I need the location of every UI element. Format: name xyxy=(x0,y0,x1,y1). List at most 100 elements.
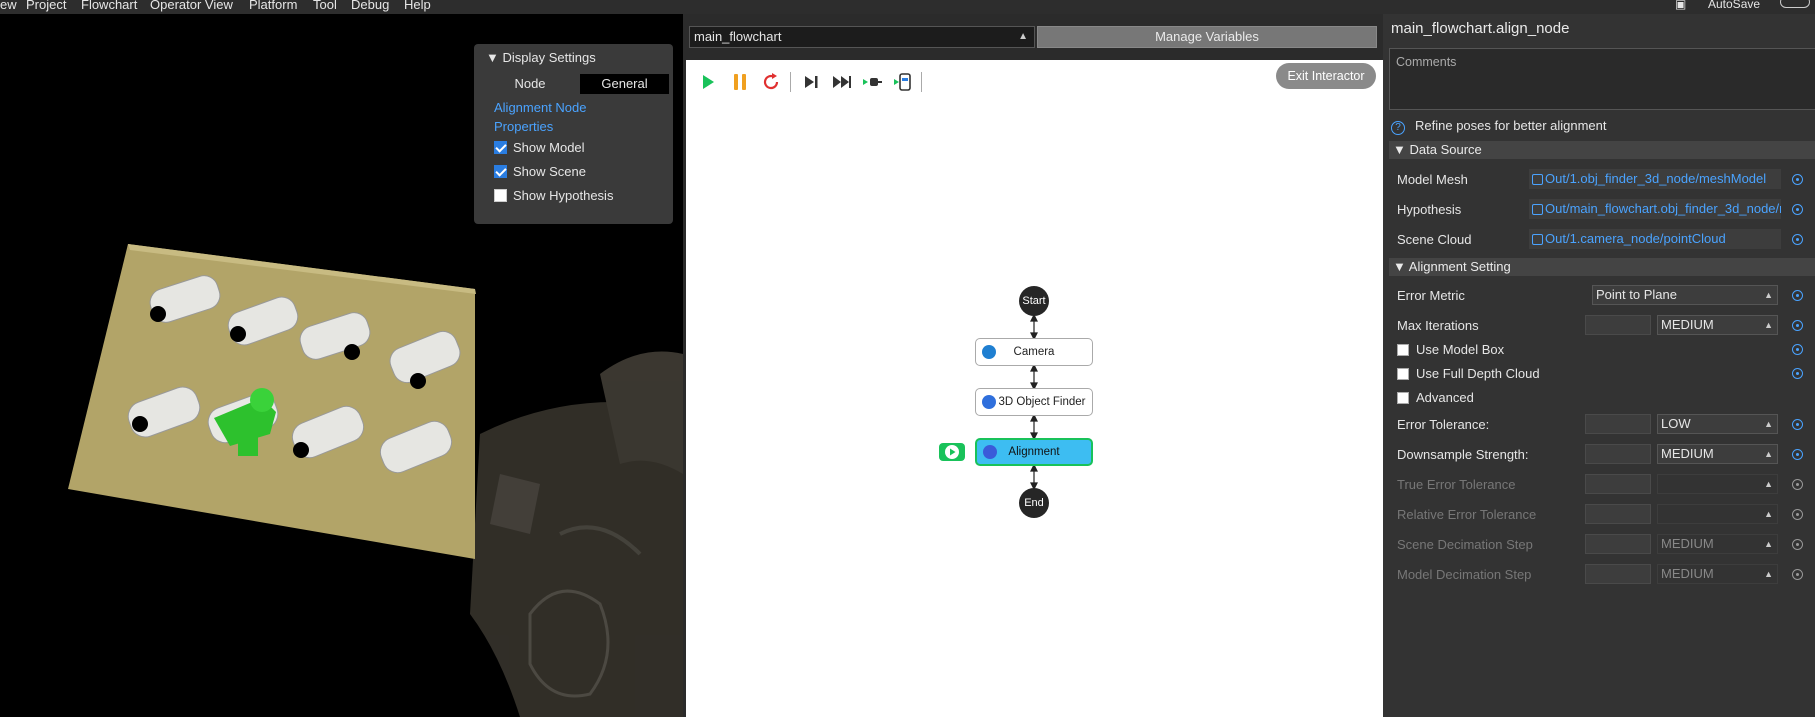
3d-viewport[interactable]: ▼ Display Settings Node General Alignmen… xyxy=(0,14,683,717)
flowchart-canvas[interactable]: Exit Interactor Start Camera 3D Object F… xyxy=(686,60,1383,717)
max-iterations-select[interactable]: MEDIUM ▲ xyxy=(1657,315,1778,335)
tab-general[interactable]: General xyxy=(580,74,669,94)
data-source-section-header[interactable]: ▼ Data Source xyxy=(1389,141,1815,159)
menu-debug[interactable]: Debug xyxy=(351,0,389,12)
camera-icon xyxy=(982,345,996,359)
pin-icon[interactable] xyxy=(1792,419,1803,430)
error-tolerance-label: Error Tolerance: xyxy=(1397,417,1490,432)
comments-field[interactable]: Comments xyxy=(1389,48,1815,110)
true-error-tolerance-select: ▲ xyxy=(1657,474,1778,494)
pin-icon xyxy=(1792,479,1803,490)
relative-error-tolerance-select: ▲ xyxy=(1657,504,1778,524)
flowchart-panel: main_flowchart ▲ Manage Variables Exit I… xyxy=(683,14,1383,717)
object-finder-node[interactable]: 3D Object Finder xyxy=(975,388,1093,416)
pin-icon[interactable] xyxy=(1792,234,1803,245)
scene-decimation-step-label: Scene Decimation Step xyxy=(1397,537,1533,552)
model-mesh-label: Model Mesh xyxy=(1397,172,1468,187)
display-settings-title[interactable]: ▼ Display Settings xyxy=(486,50,596,65)
pin-icon[interactable] xyxy=(1792,344,1803,355)
pin-icon[interactable] xyxy=(1792,204,1803,215)
menu-operator-view[interactable]: Operator View xyxy=(150,0,233,12)
start-node[interactable]: Start xyxy=(1019,286,1049,316)
pin-icon[interactable] xyxy=(1792,290,1803,301)
spin-arrows-icon: ▲ xyxy=(1764,290,1773,300)
spin-arrows-icon: ▲ xyxy=(1764,449,1773,459)
menu-bar: ew Project Flowchart Operator View Platf… xyxy=(0,0,1815,14)
menu-help[interactable]: Help xyxy=(404,0,431,12)
scene-cloud-link[interactable]: Out/1.camera_node/pointCloud xyxy=(1529,229,1781,249)
spin-arrows-icon: ▲ xyxy=(1764,479,1773,489)
menu-view[interactable]: ew xyxy=(0,0,17,12)
alignment-setting-section-header[interactable]: ▼ Alignment Setting xyxy=(1389,258,1815,276)
tab-node[interactable]: Node xyxy=(480,74,580,94)
use-model-box-checkbox[interactable]: Use Model Box xyxy=(1397,342,1504,357)
menu-tool[interactable]: Tool xyxy=(313,0,337,12)
max-iterations-label: Max Iterations xyxy=(1397,318,1479,333)
node-description: ? Refine poses for better alignment xyxy=(1391,118,1607,135)
checkbox-checked-icon[interactable] xyxy=(494,165,507,178)
pin-icon[interactable] xyxy=(1792,320,1803,331)
node-title: main_flowchart.align_node xyxy=(1391,20,1570,37)
advanced-checkbox[interactable]: Advanced xyxy=(1397,390,1474,405)
menu-project[interactable]: Project xyxy=(26,0,66,12)
model-decimation-step-label: Model Decimation Step xyxy=(1397,567,1532,582)
model-mesh-link[interactable]: Out/1.obj_finder_3d_node/meshModel xyxy=(1529,169,1781,189)
end-node[interactable]: End xyxy=(1019,488,1049,518)
pin-icon xyxy=(1792,509,1803,520)
max-iterations-input[interactable] xyxy=(1585,315,1651,335)
autosave-toggle[interactable] xyxy=(1780,0,1810,8)
model-decimation-step-input xyxy=(1585,564,1651,584)
spin-arrows-icon: ▲ xyxy=(1764,539,1773,549)
checkbox-unchecked-icon[interactable] xyxy=(1397,392,1409,404)
hypothesis-label: Hypothesis xyxy=(1397,202,1462,217)
display-tabs: Node General xyxy=(480,74,669,94)
scene-decimation-step-input xyxy=(1585,534,1651,554)
pin-icon[interactable] xyxy=(1792,368,1803,379)
alignment-node-properties-link[interactable]: Alignment Node Properties xyxy=(494,98,644,136)
downsample-strength-select[interactable]: MEDIUM ▲ xyxy=(1657,444,1778,464)
pin-icon[interactable] xyxy=(1792,449,1803,460)
checkbox-unchecked-icon[interactable] xyxy=(1397,368,1409,380)
manage-variables-button[interactable]: Manage Variables xyxy=(1037,26,1377,48)
error-metric-label: Error Metric xyxy=(1397,288,1465,303)
save-icon[interactable]: ▣ xyxy=(1675,0,1686,11)
properties-panel: main_flowchart.align_node Comments ? Refi… xyxy=(1383,14,1815,717)
camera-node[interactable]: Camera xyxy=(975,338,1093,366)
scene-decimation-step-select: MEDIUM ▲ xyxy=(1657,534,1778,554)
checkbox-unchecked-icon[interactable] xyxy=(494,189,507,202)
model-decimation-step-select: MEDIUM ▲ xyxy=(1657,564,1778,584)
show-hypothesis-checkbox[interactable]: Show Hypothesis xyxy=(494,188,613,203)
current-node-run-indicator xyxy=(939,443,965,461)
true-error-tolerance-input xyxy=(1585,474,1651,494)
show-scene-checkbox[interactable]: Show Scene xyxy=(494,164,586,179)
error-metric-select[interactable]: Point to Plane ▲ xyxy=(1592,285,1778,305)
show-model-checkbox[interactable]: Show Model xyxy=(494,140,585,155)
downsample-strength-label: Downsample Strength: xyxy=(1397,447,1529,462)
pin-icon xyxy=(1792,569,1803,580)
flowchart-select[interactable]: main_flowchart ▲ xyxy=(689,26,1035,48)
downsample-strength-input[interactable] xyxy=(1585,444,1651,464)
menu-flowchart[interactable]: Flowchart xyxy=(81,0,137,12)
checkbox-unchecked-icon[interactable] xyxy=(1397,344,1409,356)
pin-icon[interactable] xyxy=(1792,174,1803,185)
autosave-label: AutoSave xyxy=(1708,0,1761,11)
error-tolerance-select[interactable]: LOW ▲ xyxy=(1657,414,1778,434)
spin-arrows-icon: ▲ xyxy=(1764,509,1773,519)
true-error-tolerance-label: True Error Tolerance xyxy=(1397,477,1516,492)
error-tolerance-input[interactable] xyxy=(1585,414,1651,434)
info-icon: ? xyxy=(1391,121,1405,135)
alignment-node[interactable]: Alignment xyxy=(975,438,1093,466)
menu-platform[interactable]: Platform xyxy=(249,0,297,12)
spin-arrows-icon: ▲ xyxy=(1764,569,1773,579)
spin-arrows-icon: ▲ xyxy=(1764,320,1773,330)
spin-arrows-icon: ▲ xyxy=(1764,419,1773,429)
checkbox-checked-icon[interactable] xyxy=(494,141,507,154)
use-full-depth-cloud-checkbox[interactable]: Use Full Depth Cloud xyxy=(1397,366,1540,381)
gear-icon xyxy=(983,445,997,459)
collapse-arrow-icon: ▼ xyxy=(1393,142,1406,157)
hypothesis-link[interactable]: Out/main_flowchart.obj_finder_3d_node/r xyxy=(1529,199,1781,219)
relative-error-tolerance-input xyxy=(1585,504,1651,524)
display-settings-panel: ▼ Display Settings Node General Alignmen… xyxy=(474,44,673,224)
pin-icon xyxy=(1792,539,1803,550)
play-icon xyxy=(945,445,959,459)
